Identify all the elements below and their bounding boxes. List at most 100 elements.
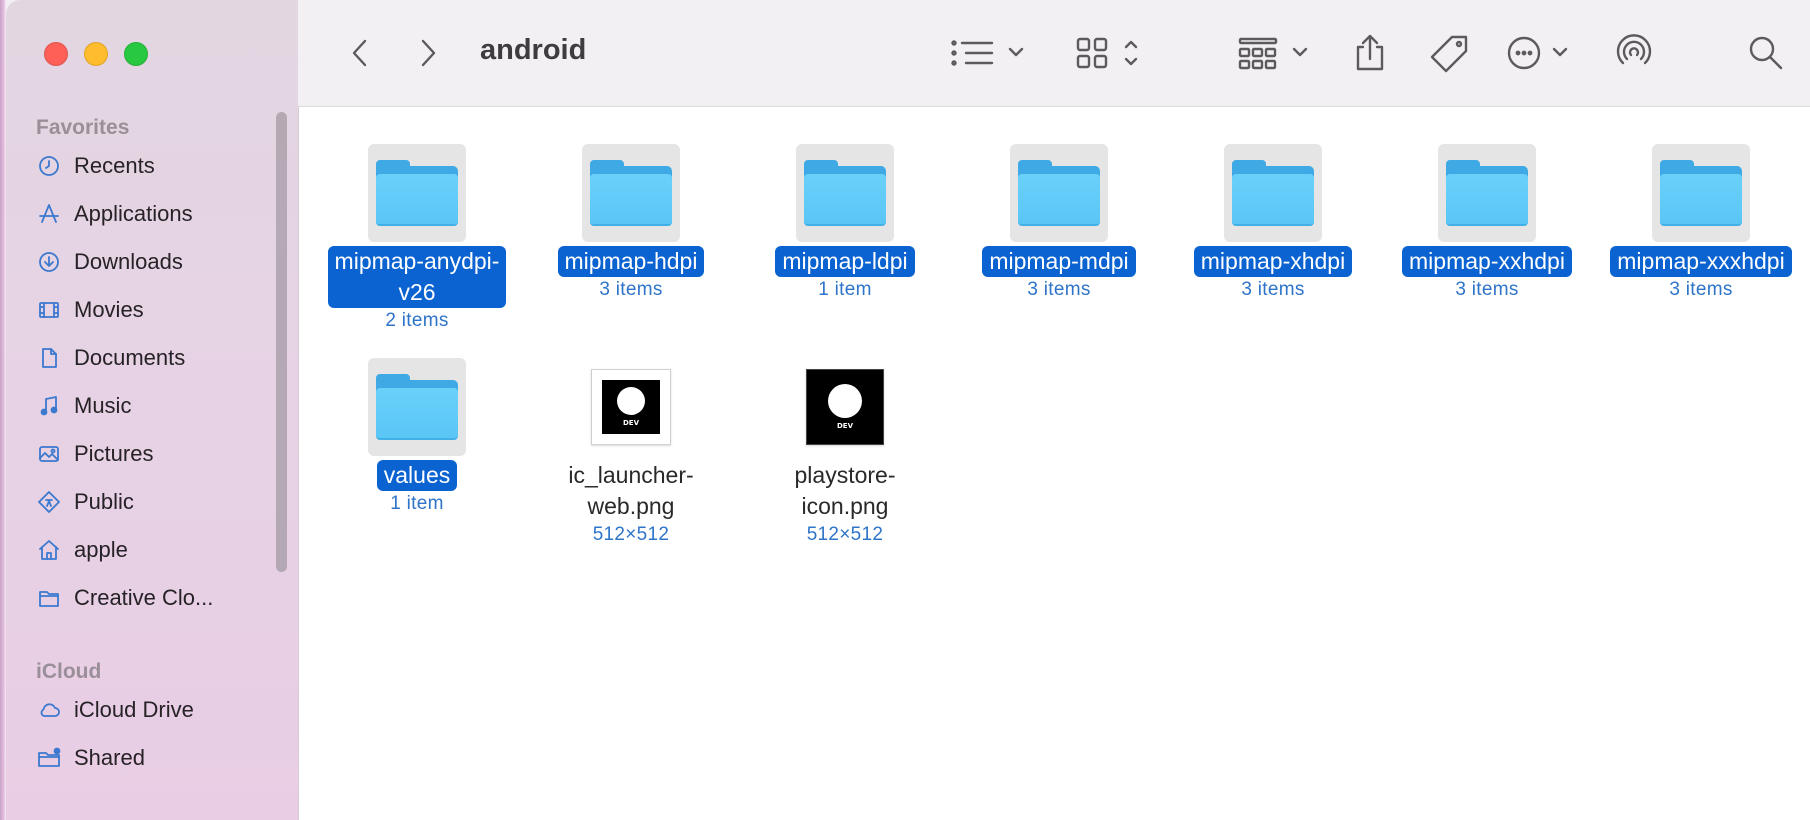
thumbnail-label: DEV [836,422,853,430]
finder-window: Favorites Recents Applications Downloads… [6,0,1810,820]
item-name-line1: mipmap-anydpi- [334,248,500,274]
thumbnail-label: DEV [622,419,639,427]
folder-item[interactable]: mipmap-hdpi 3 items [528,144,734,301]
sidebar-item-label: Shared [74,745,145,770]
search-button[interactable] [1748,30,1784,76]
item-meta: 3 items [1669,279,1733,300]
window-controls [44,42,148,66]
folder-item[interactable]: mipmap-xxhdpi 3 items [1384,144,1590,301]
minimize-button[interactable] [84,42,108,66]
sidebar-item-apple[interactable]: apple [36,530,286,570]
close-button[interactable] [44,42,68,66]
sidebar-item-documents[interactable]: Documents [36,338,286,378]
image-thumbnail: DEV [582,358,680,456]
sidebar-item-label: Recents [74,153,155,178]
item-name-line2: v26 [398,279,436,305]
folder-icon [1224,144,1322,242]
folder-icon [368,144,466,242]
sidebar-item-creative-cloud[interactable]: Creative Clo... [36,578,286,618]
sidebar-item-recents[interactable]: Recents [36,146,286,186]
item-name[interactable]: playstore- icon.png [755,460,935,522]
folder-item[interactable]: mipmap-xxxhdpi 3 items [1598,144,1804,301]
back-button[interactable] [348,30,372,76]
airdrop-icon [1616,34,1652,65]
item-name[interactable]: ic_launcher- web.png [541,460,721,522]
sidebar-item-downloads[interactable]: Downloads [36,242,286,282]
zoom-button[interactable] [124,42,148,66]
sidebar-item-label: Movies [74,297,144,322]
item-meta: 3 items [1241,279,1305,300]
file-item[interactable]: DEV playstore- icon.png 512×512 [742,358,948,546]
folder-item[interactable]: mipmap-xhdpi 3 items [1170,144,1376,301]
item-meta: 3 items [599,279,663,300]
sidebar-item-label: Applications [74,201,193,226]
music-note-icon [36,393,62,419]
item-meta: 3 items [1027,279,1091,300]
folder-icon [1438,144,1536,242]
ellipsis-circle-icon [1507,36,1568,70]
home-icon [36,537,62,563]
item-meta: 512×512 [806,524,884,545]
sidebar-item-icloud-drive[interactable]: iCloud Drive [36,690,286,730]
share-button[interactable] [1352,30,1388,76]
item-meta: 512×512 [592,524,670,545]
folder-icon [796,144,894,242]
item-name[interactable]: mipmap-ldpi [775,246,915,277]
sidebar-item-public[interactable]: Public [36,482,286,522]
group-icon [1238,37,1308,70]
folder-item[interactable]: mipmap-anydpi- v26 2 items [314,144,520,332]
folder-item[interactable]: mipmap-ldpi 1 item [742,144,948,301]
folder-item[interactable]: values 1 item [314,358,520,515]
public-icon [36,489,62,515]
item-name-line1: ic_launcher- [568,462,694,488]
item-name[interactable]: mipmap-mdpi [982,246,1136,277]
item-name-line2: icon.png [801,493,889,519]
sidebar-item-applications[interactable]: Applications [36,194,286,234]
sidebar-item-shared[interactable]: Shared [36,738,286,778]
chevron-right-icon [421,39,436,67]
window-title: android [480,34,587,66]
forward-button[interactable] [416,30,440,76]
airdrop-button[interactable] [1614,30,1654,76]
grid-view-icon [1076,37,1138,69]
item-meta: 1 item [390,493,444,514]
sidebar-item-movies[interactable]: Movies [36,290,286,330]
document-icon [36,345,62,371]
sidebar-item-label: Downloads [74,249,183,274]
folder-icon [1010,144,1108,242]
sidebar-scrollbar[interactable] [276,112,287,572]
group-menu-button[interactable] [1238,30,1314,76]
item-name[interactable]: mipmap-anydpi- v26 [327,246,507,308]
icon-view-button[interactable] [1076,30,1148,76]
item-name-line2: web.png [587,493,675,519]
sidebar-item-label: Music [74,393,132,418]
file-grid: mipmap-anydpi- v26 2 items mipmap-hdpi 3… [299,107,1810,820]
item-meta: 1 item [818,279,872,300]
toolbar: android [298,0,1810,107]
icloud-heading: iCloud [36,660,102,683]
cloud-icon [36,697,62,723]
sidebar-item-label: Creative Clo... [74,585,214,610]
item-name[interactable]: mipmap-hdpi [557,246,705,277]
clock-icon [36,153,62,179]
more-actions-button[interactable] [1506,30,1582,76]
favorites-heading: Favorites [36,116,130,139]
item-name[interactable]: mipmap-xxhdpi [1402,246,1572,277]
list-view-menu-button[interactable] [950,30,1030,76]
image-thumbnail: DEV [796,358,894,456]
file-item[interactable]: DEV ic_launcher- web.png 512×512 [528,358,734,546]
folder-icon [36,585,62,611]
folder-icon [1652,144,1750,242]
folder-item[interactable]: mipmap-mdpi 3 items [956,144,1162,301]
folder-icon [368,358,466,456]
item-name[interactable]: mipmap-xhdpi [1193,246,1353,277]
film-icon [36,297,62,323]
sidebar: Favorites Recents Applications Downloads… [6,0,299,820]
item-name[interactable]: mipmap-xxxhdpi [1610,246,1792,277]
sidebar-item-music[interactable]: Music [36,386,286,426]
tag-button[interactable] [1428,30,1472,76]
item-name[interactable]: values [376,460,458,491]
folder-icon [582,144,680,242]
sidebar-item-pictures[interactable]: Pictures [36,434,286,474]
tag-icon [1430,35,1468,73]
